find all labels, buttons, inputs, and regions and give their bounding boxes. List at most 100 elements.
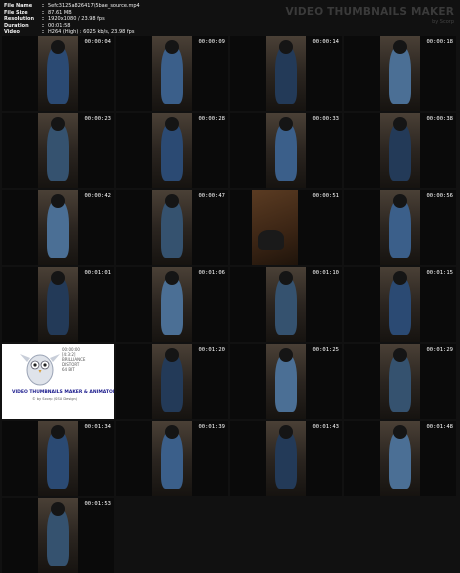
video-frame bbox=[380, 267, 420, 342]
person-head bbox=[51, 40, 65, 54]
person-head bbox=[51, 117, 65, 131]
person-figure bbox=[389, 46, 411, 104]
timestamp: 00:01:15 bbox=[426, 270, 454, 276]
person-head bbox=[165, 425, 179, 439]
timestamp: 00:01:06 bbox=[198, 270, 226, 276]
timestamp: 00:00:33 bbox=[312, 116, 340, 122]
video-frame bbox=[38, 421, 78, 496]
watermark-brand: VIDEO THUMBNAILS MAKER by Scorp bbox=[285, 6, 454, 25]
file-info-panel: File Name:5efc3125a826417\5bae_source.mp… bbox=[4, 3, 304, 36]
person-figure bbox=[161, 200, 183, 258]
person-head bbox=[51, 271, 65, 285]
thumbnail-2[interactable]: 00:00:09 bbox=[116, 36, 228, 111]
video-row: Video: H264 (High) : 6025 kb/s, 23.98 fps bbox=[4, 29, 135, 36]
thumbnail-6[interactable]: 00:00:28 bbox=[116, 113, 228, 188]
person-head bbox=[165, 271, 179, 285]
timestamp: 00:01:01 bbox=[84, 270, 112, 276]
person-figure bbox=[47, 277, 69, 335]
thumbnail-grid: 00:00:04 00:00:09 00:00:14 00:00:18 00:00:23… bbox=[2, 36, 458, 573]
person-figure bbox=[161, 354, 183, 412]
video-frame bbox=[266, 267, 306, 342]
person-head bbox=[51, 194, 65, 208]
person-figure bbox=[389, 277, 411, 335]
thumbnail-14[interactable]: 00:01:06 bbox=[116, 267, 228, 342]
duration-value: 00:01:58 bbox=[48, 22, 71, 29]
thumbnail-13[interactable]: 00:01:01 bbox=[2, 267, 114, 342]
timestamp: 00:01:25 bbox=[312, 347, 340, 353]
person-head bbox=[393, 194, 407, 208]
video-frame bbox=[380, 190, 420, 265]
video-frame bbox=[380, 36, 420, 111]
video-frame bbox=[266, 113, 306, 188]
resolution-row: Resolution:1920x1080 / 23.98 fps bbox=[4, 16, 105, 23]
thumbnail-9[interactable]: 00:00:42 bbox=[2, 190, 114, 265]
person-figure bbox=[47, 508, 69, 566]
video-frame bbox=[266, 421, 306, 496]
thumbnail-11[interactable]: 00:00:51 bbox=[230, 190, 342, 265]
brand-title: VIDEO THUMBNAILS MAKER bbox=[285, 6, 454, 18]
thumbnail-10[interactable]: 00:00:47 bbox=[116, 190, 228, 265]
timestamp: 00:00:14 bbox=[312, 39, 340, 45]
thumbnail-17[interactable]: VIDEO THUMBNAILS MAKER & ANIMATOR © by Sc… bbox=[2, 344, 114, 419]
person-head bbox=[279, 40, 293, 54]
file-name-row: File Name:5efc3125a826417\5bae_source.mp… bbox=[4, 3, 140, 9]
timestamp: 00:00:51 bbox=[312, 193, 340, 199]
person-head bbox=[393, 117, 407, 131]
file-name-value: 5efc3125a826417\5bae_source.mp4 bbox=[48, 3, 140, 9]
timestamp: 00:01:29 bbox=[426, 347, 454, 353]
timestamp: 00:01:39 bbox=[198, 424, 226, 430]
person-figure bbox=[275, 431, 297, 489]
timestamp: 00:01:10 bbox=[312, 270, 340, 276]
thumbnail-15[interactable]: 00:01:10 bbox=[230, 267, 342, 342]
person-figure bbox=[258, 230, 284, 250]
video-frame bbox=[38, 36, 78, 111]
person-head bbox=[393, 348, 407, 362]
logo-side-line: 64 BIT bbox=[62, 367, 75, 372]
person-figure bbox=[389, 431, 411, 489]
video-frame bbox=[38, 267, 78, 342]
person-head bbox=[279, 117, 293, 131]
video-frame bbox=[152, 421, 192, 496]
brand-subtitle: by Scorp bbox=[432, 19, 454, 25]
thumbnail-7[interactable]: 00:00:33 bbox=[230, 113, 342, 188]
person-head bbox=[393, 425, 407, 439]
file-size-value: 87.61 MB bbox=[48, 9, 72, 16]
thumbnail-3[interactable]: 00:00:14 bbox=[230, 36, 342, 111]
thumbnail-12[interactable]: 00:00:56 bbox=[344, 190, 456, 265]
thumbnail-4[interactable]: 00:00:18 bbox=[344, 36, 456, 111]
thumbnail-5[interactable]: 00:00:23 bbox=[2, 113, 114, 188]
resolution-value: 1920x1080 / 23.98 fps bbox=[48, 16, 105, 23]
person-head bbox=[165, 194, 179, 208]
thumbnail-25[interactable]: 00:01:53 bbox=[2, 498, 114, 573]
person-head bbox=[165, 348, 179, 362]
video-frame bbox=[152, 344, 192, 419]
person-figure bbox=[161, 277, 183, 335]
person-figure bbox=[275, 277, 297, 335]
thumbnail-23[interactable]: 00:01:43 bbox=[230, 421, 342, 496]
owl-logo-icon bbox=[20, 350, 60, 392]
thumbnail-19[interactable]: 00:01:25 bbox=[230, 344, 342, 419]
video-frame bbox=[266, 344, 306, 419]
timestamp: 00:01:20 bbox=[198, 347, 226, 353]
video-frame bbox=[266, 36, 306, 111]
thumbnail-16[interactable]: 00:01:15 bbox=[344, 267, 456, 342]
timestamp: 00:01:48 bbox=[426, 424, 454, 430]
video-frame bbox=[38, 113, 78, 188]
thumbnail-21[interactable]: 00:01:34 bbox=[2, 421, 114, 496]
thumbnail-18[interactable]: 00:01:20 bbox=[116, 344, 228, 419]
thumbnail-22[interactable]: 00:01:39 bbox=[116, 421, 228, 496]
timestamp: 00:00:38 bbox=[426, 116, 454, 122]
person-head bbox=[279, 271, 293, 285]
video-frame bbox=[152, 190, 192, 265]
timestamp: 00:00:23 bbox=[84, 116, 112, 122]
timestamp: 00:00:47 bbox=[198, 193, 226, 199]
timestamp: 00:00:04 bbox=[84, 39, 112, 45]
person-head bbox=[165, 40, 179, 54]
person-figure bbox=[389, 200, 411, 258]
thumbnail-8[interactable]: 00:00:38 bbox=[344, 113, 456, 188]
thumbnail-20[interactable]: 00:01:29 bbox=[344, 344, 456, 419]
thumbnail-24[interactable]: 00:01:48 bbox=[344, 421, 456, 496]
thumbnail-1[interactable]: 00:00:04 bbox=[2, 36, 114, 111]
video-frame bbox=[380, 421, 420, 496]
timestamp: 00:01:43 bbox=[312, 424, 340, 430]
